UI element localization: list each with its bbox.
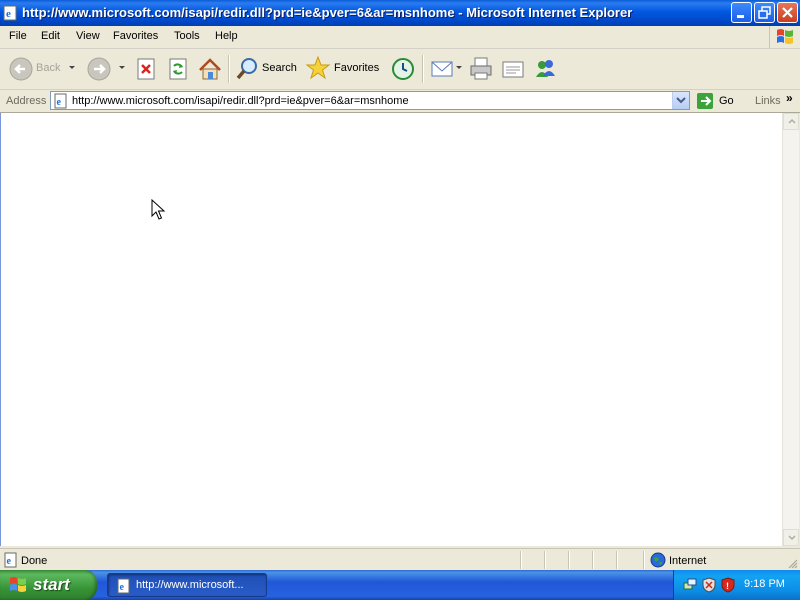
toolbar-separator (228, 55, 230, 83)
mail-dropdown-icon[interactable] (456, 66, 462, 69)
status-divider (643, 551, 645, 569)
refresh-icon[interactable] (166, 53, 190, 85)
svg-text:e: e (57, 97, 62, 108)
maximize-button[interactable] (754, 2, 775, 23)
svg-text:!: ! (726, 581, 729, 591)
svg-text:e: e (6, 8, 11, 20)
close-icon (782, 7, 793, 18)
security-zone: Internet (669, 555, 707, 567)
star-icon[interactable] (305, 53, 331, 85)
ie-icon: e (3, 5, 17, 21)
mouse-cursor-icon (151, 199, 166, 220)
start-label: start (33, 575, 70, 594)
vertical-scrollbar[interactable] (782, 113, 799, 546)
security-center-icon[interactable] (701, 577, 717, 593)
menu-file[interactable]: File (9, 30, 27, 42)
windows-flag-icon (10, 577, 26, 592)
clock[interactable]: 9:18 PM (744, 578, 785, 590)
taskbar-item-ie[interactable]: e http://www.microsoft... (107, 573, 267, 597)
back-arrow-icon[interactable] (8, 53, 34, 85)
scroll-up-button[interactable] (783, 113, 799, 130)
address-label: Address (6, 95, 47, 107)
status-text: Done (21, 555, 48, 567)
network-icon[interactable] (682, 577, 698, 593)
status-divider (592, 551, 594, 569)
mail-icon[interactable] (429, 53, 455, 85)
links-label[interactable]: Links (755, 95, 781, 107)
standard-toolbar: Back Search Favorites (0, 49, 800, 90)
status-bar: e Done Internet (0, 548, 800, 571)
messenger-icon[interactable] (532, 53, 558, 85)
toolbar-separator (422, 55, 424, 83)
stop-icon[interactable] (134, 53, 158, 85)
search-label[interactable]: Search (262, 62, 297, 74)
page-content[interactable] (0, 113, 782, 546)
taskbar-item-label: http://www.microsoft... (136, 579, 244, 591)
svg-text:e: e (120, 582, 125, 593)
title-bar[interactable]: e http://www.microsoft.com/isapi/redir.d… (0, 0, 800, 26)
menu-edit[interactable]: Edit (41, 30, 60, 42)
edit-icon[interactable] (500, 53, 526, 85)
shield-alert-icon[interactable]: ! (720, 577, 736, 593)
ie-page-icon: e (4, 552, 17, 568)
taskbar: start e http://www.microsoft... ! 9:18 P… (0, 570, 800, 600)
ie-page-icon: e (54, 93, 67, 109)
menu-bar: File Edit View Favorites Tools Help (0, 26, 800, 49)
back-label[interactable]: Back (36, 62, 60, 74)
restore-icon (758, 6, 771, 19)
scroll-down-button[interactable] (783, 529, 799, 546)
chevron-down-icon (676, 97, 686, 104)
forward-dropdown-icon[interactable] (119, 66, 125, 69)
system-tray: ! 9:18 PM (673, 570, 800, 600)
forward-arrow-icon[interactable] (86, 53, 112, 85)
chevron-down-icon (788, 535, 796, 541)
minimize-icon (737, 15, 744, 18)
status-divider (520, 551, 522, 569)
menu-help[interactable]: Help (215, 30, 238, 42)
address-dropdown-button[interactable] (672, 92, 689, 109)
windows-logo-icon (769, 26, 800, 48)
history-icon[interactable] (390, 53, 416, 85)
printer-icon[interactable] (468, 53, 494, 85)
close-button[interactable] (777, 2, 798, 23)
minimize-button[interactable] (731, 2, 752, 23)
menu-view[interactable]: View (76, 30, 100, 42)
address-bar: Address e http://www.microsoft.com/isapi… (0, 90, 800, 113)
back-dropdown-icon[interactable] (69, 66, 75, 69)
address-url[interactable]: http://www.microsoft.com/isapi/redir.dll… (72, 95, 409, 107)
favorites-label[interactable]: Favorites (334, 62, 379, 74)
svg-text:e: e (7, 556, 12, 567)
start-button[interactable]: start (0, 570, 97, 600)
menu-favorites[interactable]: Favorites (113, 30, 158, 42)
links-chevron-icon[interactable]: » (786, 91, 793, 105)
window-title: http://www.microsoft.com/isapi/redir.dll… (22, 5, 633, 20)
globe-icon (650, 552, 666, 568)
home-icon[interactable] (197, 53, 223, 85)
go-button[interactable]: Go (719, 95, 734, 107)
magnifier-icon[interactable] (234, 53, 260, 85)
status-divider (616, 551, 618, 569)
go-arrow-icon[interactable] (697, 93, 713, 109)
ie-page-icon: e (117, 578, 130, 594)
menu-tools[interactable]: Tools (174, 30, 200, 42)
address-input[interactable]: e http://www.microsoft.com/isapi/redir.d… (50, 91, 690, 110)
resize-grip-icon[interactable] (786, 557, 798, 569)
status-divider (544, 551, 546, 569)
chevron-up-icon (788, 118, 796, 124)
status-divider (568, 551, 570, 569)
